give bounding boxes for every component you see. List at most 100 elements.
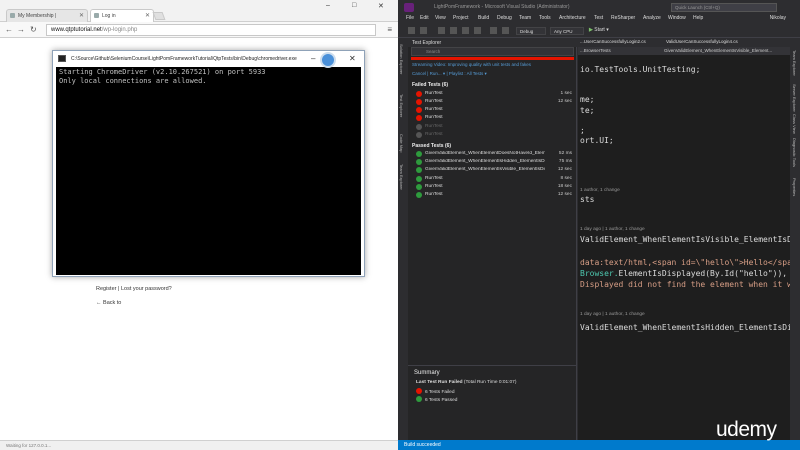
type-dropdown[interactable]: ...BrowserTests: [580, 48, 611, 53]
summary-failed-text: 6 Tests Failed: [425, 390, 455, 395]
forward-nav-icon[interactable]: [420, 27, 427, 34]
tab-label: My Membership |: [18, 13, 57, 19]
back-arrow-icon[interactable]: ←: [5, 25, 13, 34]
test-name: GivenValidElement_WhenElementIsHidden_El…: [425, 159, 545, 164]
undo-icon[interactable]: [490, 27, 497, 34]
codelens-info[interactable]: 1 author, 1 change: [580, 188, 620, 193]
test-row[interactable]: RunTest: [416, 124, 574, 131]
test-row[interactable]: RunTest 12 sec: [416, 99, 574, 106]
menu-edit[interactable]: Edit: [420, 15, 429, 21]
rail-test-explorer[interactable]: Test Explorer: [399, 94, 404, 117]
test-name: RunTest: [425, 107, 443, 112]
platform-dropdown[interactable]: Any CPU: [550, 27, 584, 35]
rail-server-explorer[interactable]: Server Explorer: [792, 84, 797, 112]
back-nav-icon[interactable]: [408, 27, 415, 34]
menu-test[interactable]: Test: [594, 15, 603, 21]
forward-arrow-icon[interactable]: →: [17, 25, 25, 34]
tab-label: Log in: [102, 13, 116, 19]
failed-icon: [416, 99, 422, 105]
test-row[interactable]: GivenValidElement_WhenElementIsVisible_E…: [416, 167, 574, 174]
url-path: /wp-login.php: [101, 27, 138, 33]
quick-launch-input[interactable]: Quick Launch (Ctrl+Q): [671, 3, 777, 12]
menu-view[interactable]: View: [435, 15, 446, 21]
test-row[interactable]: RunTest 12 sec: [416, 192, 574, 199]
console-title: C:\Source\Github\SeleniumCourse\LightPom…: [71, 56, 297, 62]
close-button[interactable]: ✕: [378, 2, 384, 10]
minimize-button[interactable]: –: [326, 2, 330, 9]
summary-failed: 6 Tests Failed: [416, 388, 455, 395]
test-row[interactable]: RunTest: [416, 115, 574, 122]
test-actions-row[interactable]: Cancel | Run... ▾ | Playlist : All Tests…: [412, 71, 487, 77]
maximize-button[interactable]: □: [352, 2, 356, 9]
open-file-icon[interactable]: [450, 27, 457, 34]
code-line: te;: [580, 106, 595, 115]
summary-run-time: (Total Run Time 0:01:07): [463, 380, 517, 385]
new-tab-button[interactable]: [152, 12, 166, 20]
register-link[interactable]: Register: [96, 286, 116, 292]
menu-team[interactable]: Team: [519, 15, 531, 21]
codelens-info[interactable]: 1 day ago | 1 author, 1 change: [580, 312, 645, 317]
streaming-video-link[interactable]: Streaming Video: Improving quality with …: [412, 62, 574, 68]
menu-debug[interactable]: Debug: [497, 15, 512, 21]
screen: My Membership | ✕ Log in ✕ – □ ✕ ← → ↻ w…: [0, 0, 800, 450]
signed-in-user[interactable]: Nikolay: [770, 15, 786, 21]
editor-tab[interactable]: ValidUserCanSuccessfullyLogin4.cs: [666, 39, 738, 44]
test-row[interactable]: RunTest 18 sec: [416, 184, 574, 191]
right-tool-rail: Team Explorer Server Explorer Class View…: [791, 38, 800, 440]
tab-my-membership[interactable]: My Membership | ✕: [6, 9, 88, 22]
rail-team-explorer[interactable]: Team Explorer: [399, 164, 404, 190]
menu-analyze[interactable]: Analyze: [643, 15, 661, 21]
test-search-input[interactable]: Search: [411, 47, 574, 56]
menu-help[interactable]: Help: [693, 15, 703, 21]
editor-tab[interactable]: ...UserCanSuccessfullyLogin2.cs: [580, 39, 646, 44]
passed-tests-group[interactable]: Passed Tests (6): [412, 143, 451, 149]
reload-icon[interactable]: ↻: [30, 25, 37, 34]
tab-close-icon[interactable]: ✕: [145, 12, 150, 19]
code-editor[interactable]: ...UserCanSuccessfullyLogin2.cs ValidUse…: [578, 38, 790, 440]
register-links-row: Register | Lost your password?: [96, 286, 172, 292]
rail-code-map[interactable]: Code Map: [399, 134, 404, 152]
summary-passed: 6 Tests Passed: [416, 396, 457, 403]
rail-diagnostic-tools[interactable]: Diagnostic Tools: [792, 138, 797, 167]
start-debugging-button[interactable]: ▶ Start ▾: [589, 27, 609, 33]
new-project-icon[interactable]: [438, 27, 445, 34]
passed-icon: [416, 151, 422, 157]
lost-password-link[interactable]: Lost your password?: [121, 286, 172, 292]
editor-navigation-bar: ...BrowserTests GivenValidElement_WhenEl…: [578, 47, 790, 55]
code-line: me;: [580, 95, 595, 104]
test-row[interactable]: RunTest: [416, 132, 574, 139]
menu-window[interactable]: Window: [668, 15, 686, 21]
address-bar[interactable]: www.qtptutorial.net/wp-login.php: [46, 24, 376, 36]
save-icon[interactable]: [462, 27, 469, 34]
console-minimize-button[interactable]: –: [311, 54, 315, 63]
menu-architecture[interactable]: Architecture: [559, 15, 586, 21]
rail-team-explorer-right[interactable]: Team Explorer: [792, 50, 797, 76]
menu-resharper[interactable]: ReSharper: [611, 15, 635, 21]
member-dropdown[interactable]: GivenValidElement_WhenElementIsVisible_E…: [664, 48, 772, 53]
rail-properties[interactable]: Properties: [792, 178, 797, 196]
menu-file[interactable]: File: [406, 15, 414, 21]
test-row[interactable]: RunTest 1 sec: [416, 91, 574, 98]
save-all-icon[interactable]: [474, 27, 481, 34]
redo-icon[interactable]: [502, 27, 509, 34]
code-string: Displayed did not find the element when …: [580, 280, 790, 289]
menu-build[interactable]: Build: [478, 15, 489, 21]
rail-class-view[interactable]: Class View: [792, 114, 797, 134]
tab-log-in[interactable]: Log in ✕: [90, 9, 154, 22]
rail-solution-explorer[interactable]: Solution Explorer: [399, 44, 404, 74]
test-row[interactable]: GivenValidElement_WhenElementDoesNotHave…: [416, 151, 574, 158]
site-favicon-icon: [94, 13, 99, 18]
menu-tools[interactable]: Tools: [539, 15, 551, 21]
test-row[interactable]: RunTest: [416, 107, 574, 114]
failed-tests-group[interactable]: Failed Tests (6): [412, 82, 448, 88]
hamburger-menu-icon[interactable]: ≡: [387, 25, 392, 34]
codelens-info[interactable]: 1 day ago | 1 author, 1 change: [580, 227, 645, 232]
test-row[interactable]: GivenValidElement_WhenElementIsHidden_El…: [416, 159, 574, 166]
back-to-site-link[interactable]: ← Back to: [96, 300, 121, 306]
menu-project[interactable]: Project: [453, 15, 469, 21]
test-row[interactable]: RunTest 8 sec: [416, 176, 574, 183]
console-close-button[interactable]: ✕: [349, 54, 356, 63]
config-dropdown[interactable]: Debug: [516, 27, 546, 35]
tab-close-icon[interactable]: ✕: [79, 12, 84, 19]
summary-run-status[interactable]: Last Test Run Failed: [416, 380, 463, 385]
